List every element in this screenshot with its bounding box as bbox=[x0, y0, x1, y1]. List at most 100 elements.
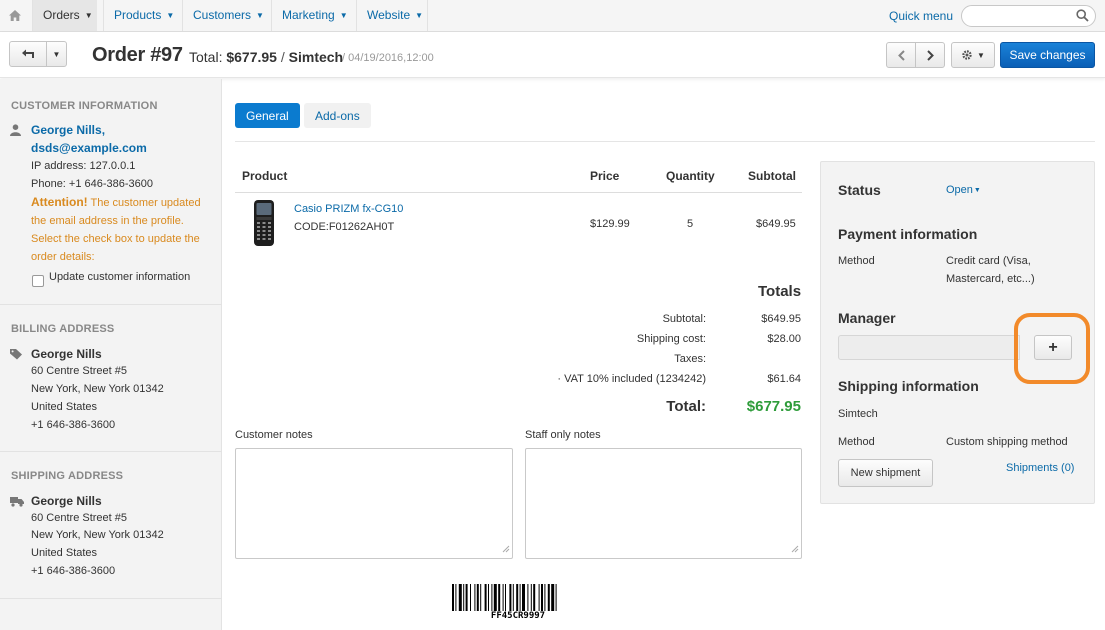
barcode bbox=[452, 584, 557, 611]
nav-orders[interactable]: Orders ▼ bbox=[32, 0, 97, 31]
product-quantity: 5 bbox=[687, 218, 694, 230]
company-name: Simtech bbox=[288, 49, 344, 65]
chevron-down-icon: ▼ bbox=[339, 11, 348, 20]
back-dropdown-button[interactable]: ▼ bbox=[46, 41, 67, 67]
customer-phone: Phone: +1 646-386-3600 bbox=[31, 178, 154, 190]
section-heading: Shipping address bbox=[11, 470, 124, 482]
save-changes-button[interactable]: Save changes bbox=[1000, 42, 1095, 68]
shipping-information-heading: Shipping information bbox=[838, 378, 979, 394]
nav-website-label: Website bbox=[367, 8, 411, 22]
nav-customers-label: Customers bbox=[193, 8, 252, 22]
status-value: Open bbox=[946, 184, 973, 196]
caret-down-icon: ▼ bbox=[973, 187, 981, 194]
next-order-button[interactable] bbox=[915, 42, 945, 68]
column-header-price: Price bbox=[590, 169, 620, 183]
shipping-phone: +1 646-386-3600 bbox=[31, 565, 116, 577]
tab-general[interactable]: General bbox=[235, 103, 300, 128]
search-input[interactable] bbox=[970, 6, 1080, 26]
tab-divider bbox=[235, 141, 1095, 142]
status-heading: Status bbox=[838, 182, 881, 198]
table-header-divider bbox=[235, 192, 802, 193]
attention-label: Attention! bbox=[31, 195, 88, 209]
shipping-country: United States bbox=[31, 547, 98, 559]
back-arrow-icon bbox=[22, 49, 34, 58]
column-header-quantity: Quantity bbox=[666, 169, 715, 183]
tag-icon bbox=[10, 349, 22, 363]
resize-grip-icon[interactable] bbox=[502, 542, 510, 556]
new-shipment-button[interactable]: New shipment bbox=[838, 459, 933, 487]
shipping-cost-value: $28.00 bbox=[767, 333, 801, 345]
order-summary: Total: $677.95 / Simtech bbox=[189, 49, 343, 65]
attention-message: Attention! The customer updated the emai… bbox=[31, 193, 211, 266]
section-heading: Customer information bbox=[11, 100, 158, 112]
product-name-link[interactable]: Casio PRIZM fx-CG10 bbox=[294, 203, 403, 215]
order-header: ▼ Order #97 Total: $677.95 / Simtech / 0… bbox=[0, 32, 1105, 78]
customer-name-link[interactable]: George Nills, bbox=[31, 123, 105, 137]
product-thumbnail[interactable] bbox=[250, 199, 278, 247]
search-box bbox=[961, 5, 1096, 27]
search-icon[interactable] bbox=[1076, 9, 1089, 25]
vat-label: · VAT 10% included (1234242) bbox=[557, 373, 706, 385]
shipping-company: Simtech bbox=[838, 408, 878, 420]
totals-heading: Totals bbox=[758, 283, 802, 300]
truck-icon bbox=[10, 496, 24, 510]
payment-method-label: Method bbox=[838, 255, 875, 267]
caret-down-icon: ▼ bbox=[52, 49, 61, 59]
customer-information-section: Customer information George Nills, dsds@… bbox=[0, 79, 222, 305]
status-dropdown[interactable]: Open▼ bbox=[946, 184, 981, 196]
billing-street: 60 Centre Street #5 bbox=[31, 365, 128, 377]
caret-down-icon: ▼ bbox=[977, 50, 985, 60]
subtotal-label: Subtotal: bbox=[662, 313, 706, 325]
gear-icon bbox=[962, 50, 972, 60]
product-subtotal: $649.95 bbox=[756, 218, 796, 230]
shipping-city: New York, New York 01342 bbox=[31, 529, 164, 541]
update-customer-label[interactable]: Update customer information bbox=[49, 271, 190, 283]
staff-notes-textarea[interactable] bbox=[525, 448, 802, 559]
chevron-left-icon bbox=[897, 49, 905, 61]
quick-menu-link[interactable]: Quick menu bbox=[889, 9, 953, 23]
grand-total-value: $677.95 bbox=[746, 398, 801, 415]
barcode-text: FF45CR9997 bbox=[490, 611, 546, 621]
section-heading: Billing address bbox=[11, 323, 115, 335]
highlight-annotation bbox=[1014, 313, 1090, 384]
resize-grip-icon[interactable] bbox=[791, 542, 799, 556]
previous-order-button[interactable] bbox=[886, 42, 916, 68]
billing-phone: +1 646-386-3600 bbox=[31, 419, 116, 431]
billing-city: New York, New York 01342 bbox=[31, 383, 164, 395]
taxes-label: Taxes: bbox=[674, 353, 706, 365]
nav-customers[interactable]: Customers ▼ bbox=[182, 0, 268, 31]
product-code: CODE:F01262AH0T bbox=[294, 221, 395, 233]
shipments-link[interactable]: Shipments (0) bbox=[1006, 462, 1074, 474]
home-icon[interactable] bbox=[0, 0, 29, 31]
column-header-subtotal: Subtotal bbox=[748, 169, 796, 183]
manager-input[interactable] bbox=[838, 335, 1020, 360]
nav-products[interactable]: Products ▼ bbox=[103, 0, 180, 31]
billing-address-section: Billing address George Nills 60 Centre S… bbox=[0, 305, 222, 452]
shipping-name: George Nills bbox=[31, 494, 102, 508]
billing-country: United States bbox=[31, 401, 98, 413]
staff-notes-label: Staff only notes bbox=[525, 429, 601, 441]
shipping-method-label: Method bbox=[838, 436, 875, 448]
tab-add-ons[interactable]: Add-ons bbox=[304, 103, 371, 128]
nav-marketing-label: Marketing bbox=[282, 8, 335, 22]
order-date: / 04/19/2016,12:00 bbox=[342, 52, 434, 64]
back-button[interactable] bbox=[9, 41, 47, 67]
customer-ip: IP address: 127.0.0.1 bbox=[31, 160, 136, 172]
nav-website[interactable]: Website ▼ bbox=[356, 0, 428, 31]
nav-marketing[interactable]: Marketing ▼ bbox=[271, 0, 353, 31]
nav-products-label: Products bbox=[114, 8, 162, 22]
payment-method-value-line2: Mastercard, etc...) bbox=[946, 273, 1035, 285]
page-title: Order #97 bbox=[92, 44, 183, 66]
billing-name: George Nills bbox=[31, 347, 102, 361]
manager-heading: Manager bbox=[838, 310, 896, 326]
update-customer-checkbox[interactable] bbox=[32, 275, 44, 287]
settings-dropdown-button[interactable]: ▼ bbox=[951, 42, 995, 68]
customer-email-link[interactable]: dsds@example.com bbox=[31, 141, 147, 155]
shipping-cost-label: Shipping cost: bbox=[636, 333, 706, 345]
column-header-product: Product bbox=[242, 169, 288, 183]
shipping-street: 60 Centre Street #5 bbox=[31, 512, 128, 524]
shipping-address-section: Shipping address George Nills 60 Centre … bbox=[0, 452, 222, 599]
vat-value: $61.64 bbox=[767, 373, 801, 385]
product-price: $129.99 bbox=[590, 218, 630, 230]
customer-notes-textarea[interactable] bbox=[235, 448, 513, 559]
